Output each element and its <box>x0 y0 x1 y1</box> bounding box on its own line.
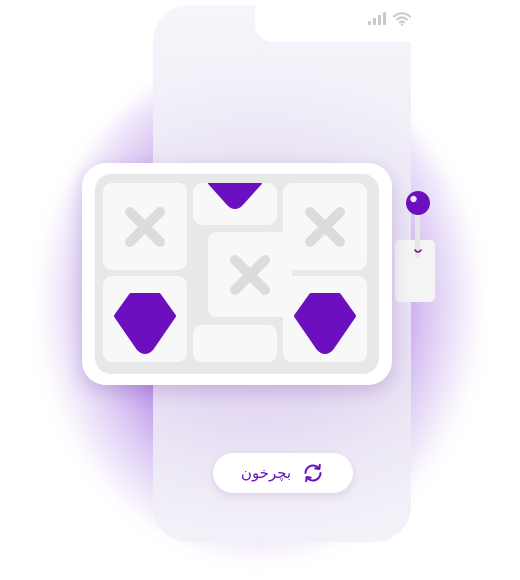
status-bar <box>367 12 415 28</box>
gem-icon <box>294 293 356 354</box>
slot-lever[interactable] <box>392 190 436 306</box>
x-symbol-icon <box>305 207 345 247</box>
reel-2-cell-3 <box>193 325 277 362</box>
x-symbol-icon <box>125 207 165 247</box>
reel-1-cell-2 <box>103 276 187 362</box>
gem-icon <box>208 183 262 209</box>
reel-2-cell-2 <box>208 232 292 317</box>
slot-machine <box>82 163 392 385</box>
wifi-icon <box>393 12 411 26</box>
signal-icon <box>368 12 386 25</box>
reel-1-cell-1 <box>103 183 187 270</box>
reel-area <box>95 174 379 374</box>
phone-notch <box>255 0 455 42</box>
spin-button[interactable]: بچرخون <box>213 453 353 493</box>
refresh-icon <box>304 463 322 483</box>
reel-3-cell-2 <box>283 276 367 362</box>
reel-3-cell-1 <box>283 183 367 270</box>
gem-icon <box>114 293 176 354</box>
spin-button-label: بچرخون <box>240 463 292 482</box>
x-symbol-icon <box>230 255 270 295</box>
reel-2-cell-1 <box>193 183 277 225</box>
slot-illustration: بچرخون <box>0 0 520 580</box>
